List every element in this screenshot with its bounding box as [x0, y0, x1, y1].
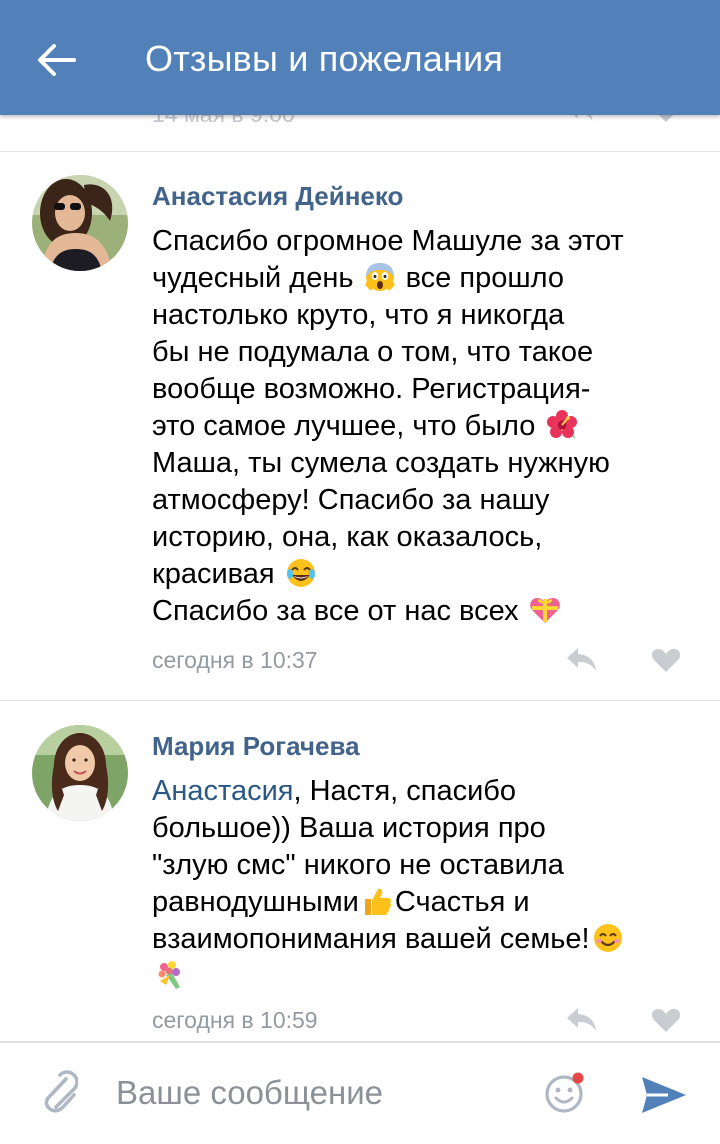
reply-icon[interactable]	[566, 115, 594, 123]
avatar[interactable]	[32, 725, 128, 821]
comment-line: бы не подумала о том, что такое	[152, 336, 594, 368]
scream-emoji	[364, 263, 395, 291]
avatar-photo	[32, 175, 128, 271]
app-header: Отзывы и пожелания	[0, 0, 720, 115]
comment-line: настолько круто, что я никогда	[152, 299, 565, 331]
comment-line: "злую смс" никого не оставила	[152, 849, 564, 881]
bouquet-emoji	[158, 961, 180, 989]
comment-time: сегодня в 10:59	[152, 1007, 318, 1033]
comment-line: большое)) Ваша история про	[152, 812, 546, 844]
comment-item: Анастасия Дейнеко Спасибо огромное Машул…	[0, 151, 720, 700]
hibiscus-emoji	[546, 410, 577, 439]
back-arrow-icon[interactable]	[36, 42, 76, 78]
comment-line: Маша, ты сумела создать нужную	[152, 447, 610, 479]
reply-icon[interactable]	[564, 1005, 598, 1033]
comment-author[interactable]: Анастасия Дейнеко	[152, 181, 403, 212]
comment-line: вообще возможно. Регистрация-	[152, 373, 591, 405]
comment-line: взаимопонимания вашей семье!	[152, 921, 692, 958]
comment-line: Спасибо огромное Машуле за этот	[152, 225, 624, 257]
comment-item: Мария Рогачева Анастасия, Настя, спасибо…	[0, 701, 720, 1041]
comment-line: чудесный день все прошло	[152, 262, 564, 294]
notification-dot	[572, 1072, 584, 1084]
comment-line: Спасибо за все от нас всех	[152, 593, 692, 630]
smiley-icon[interactable]	[543, 1071, 587, 1115]
send-icon[interactable]	[638, 1073, 688, 1117]
heart-icon[interactable]	[651, 1007, 681, 1033]
smile-emoji	[593, 924, 622, 952]
comment-text: Анастасия, Настя, спасибо большое)) Ваша…	[152, 773, 692, 995]
comment-text: Спасибо огромное Машуле за этот чудесный…	[152, 223, 692, 630]
avatar[interactable]	[32, 175, 128, 271]
paperclip-icon[interactable]	[36, 1069, 78, 1117]
comment-line: красивая	[152, 556, 692, 593]
previous-comment-remnant: 14 мая в 9:00	[0, 115, 720, 152]
reply-icon[interactable]	[564, 645, 598, 673]
comment-line: историю, она, как оказалось,	[152, 521, 543, 553]
comment-author[interactable]: Мария Рогачева	[152, 731, 360, 762]
comment-line: атмосферу! Спасибо за нашу	[152, 484, 550, 516]
mention-link[interactable]: Анастасия	[152, 775, 293, 807]
gift-heart-emoji	[529, 598, 560, 623]
thumbs-up-emoji	[364, 888, 391, 915]
comment-line: это самое лучшее, что было	[152, 408, 692, 445]
heart-icon[interactable]	[652, 115, 680, 123]
joy-emoji	[286, 559, 315, 587]
comment-line	[152, 958, 692, 995]
comment-line: Анастасия, Настя, спасибо	[152, 775, 517, 807]
message-composer	[0, 1041, 720, 1144]
heart-icon[interactable]	[651, 647, 681, 673]
previous-comment-time: 14 мая в 9:00	[152, 115, 295, 128]
avatar-photo	[32, 725, 128, 821]
comments-feed[interactable]: 14 мая в 9:00 Анастасия Дейнеко Спас	[0, 115, 720, 1041]
comment-time: сегодня в 10:37	[152, 647, 318, 673]
comment-line: равнодушными Счастья и	[152, 886, 530, 918]
message-input[interactable]	[110, 1063, 536, 1123]
page-title: Отзывы и пожелания	[145, 38, 504, 79]
